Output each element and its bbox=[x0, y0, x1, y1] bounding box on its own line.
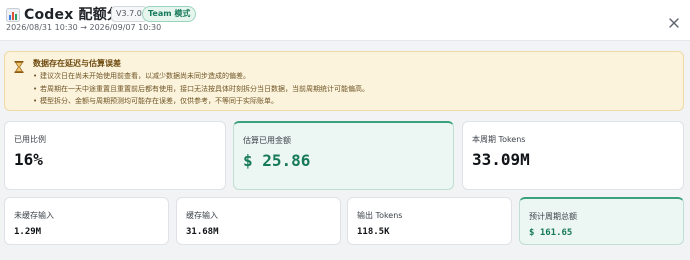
bar-chart-icon bbox=[6, 7, 20, 22]
date-range: 2026/08/31 10:30 → 2026/09/07 10:30 bbox=[6, 23, 162, 32]
hourglass-icon bbox=[14, 58, 24, 73]
stat-card-used-ratio: 已用比例 16% bbox=[4, 121, 226, 190]
stat-value: 31.68M bbox=[186, 227, 219, 237]
stat-card-output-tokens: 输出 Tokens 118.5K bbox=[347, 197, 512, 245]
warning-item: • 若周期在一天中途重置且重置前后都有使用，接口无法按具体时刻拆分当日数据，当前周… bbox=[33, 85, 369, 93]
stat-label: 输出 Tokens bbox=[357, 211, 403, 220]
stat-label: 本周期 Tokens bbox=[472, 135, 526, 144]
stat-card-estimated-cost: 估算已用金额 $ 25.86 bbox=[233, 121, 454, 190]
stat-value: $ 161.65 bbox=[529, 228, 573, 238]
header-bar: Codex 配额分析 V3.7.0 Team 模式 2026/08/31 10:… bbox=[0, 0, 690, 41]
stat-card-period-tokens: 本周期 Tokens 33.09M bbox=[462, 121, 684, 190]
mode-badge: Team 模式 bbox=[142, 6, 197, 22]
delay-warning-banner: 数据存在延迟与估算误差 • 建议次日在尚未开始使用前查看，以减少数据尚未同步造成的… bbox=[4, 51, 684, 111]
stat-value: 33.09M bbox=[472, 150, 530, 169]
stat-value: $ 25.86 bbox=[243, 151, 311, 170]
stat-label: 已用比例 bbox=[14, 135, 46, 144]
stat-card-projected-total: 预计周期总额 $ 161.65 bbox=[519, 197, 684, 245]
stat-value: 16% bbox=[14, 150, 43, 169]
stat-label: 缓存输入 bbox=[186, 211, 218, 220]
warning-item: • 模型拆分、金额与周期预测均可能存在误差，仅供参考，不等同于实际账单。 bbox=[33, 97, 278, 105]
warning-item: • 建议次日在尚未开始使用前查看，以减少数据尚未同步造成的偏差。 bbox=[33, 72, 250, 80]
warning-title: 数据存在延迟与估算误差 bbox=[33, 59, 121, 68]
stat-value: 118.5K bbox=[357, 227, 390, 237]
close-icon[interactable] bbox=[668, 14, 680, 28]
stat-label: 预计周期总额 bbox=[529, 212, 577, 221]
stat-label: 估算已用金额 bbox=[243, 136, 291, 145]
stat-card-uncached-input: 未缓存输入 1.29M bbox=[4, 197, 169, 245]
stat-card-cached-input: 缓存输入 31.68M bbox=[176, 197, 341, 245]
stat-label: 未缓存输入 bbox=[14, 211, 54, 220]
stat-value: 1.29M bbox=[14, 227, 42, 237]
